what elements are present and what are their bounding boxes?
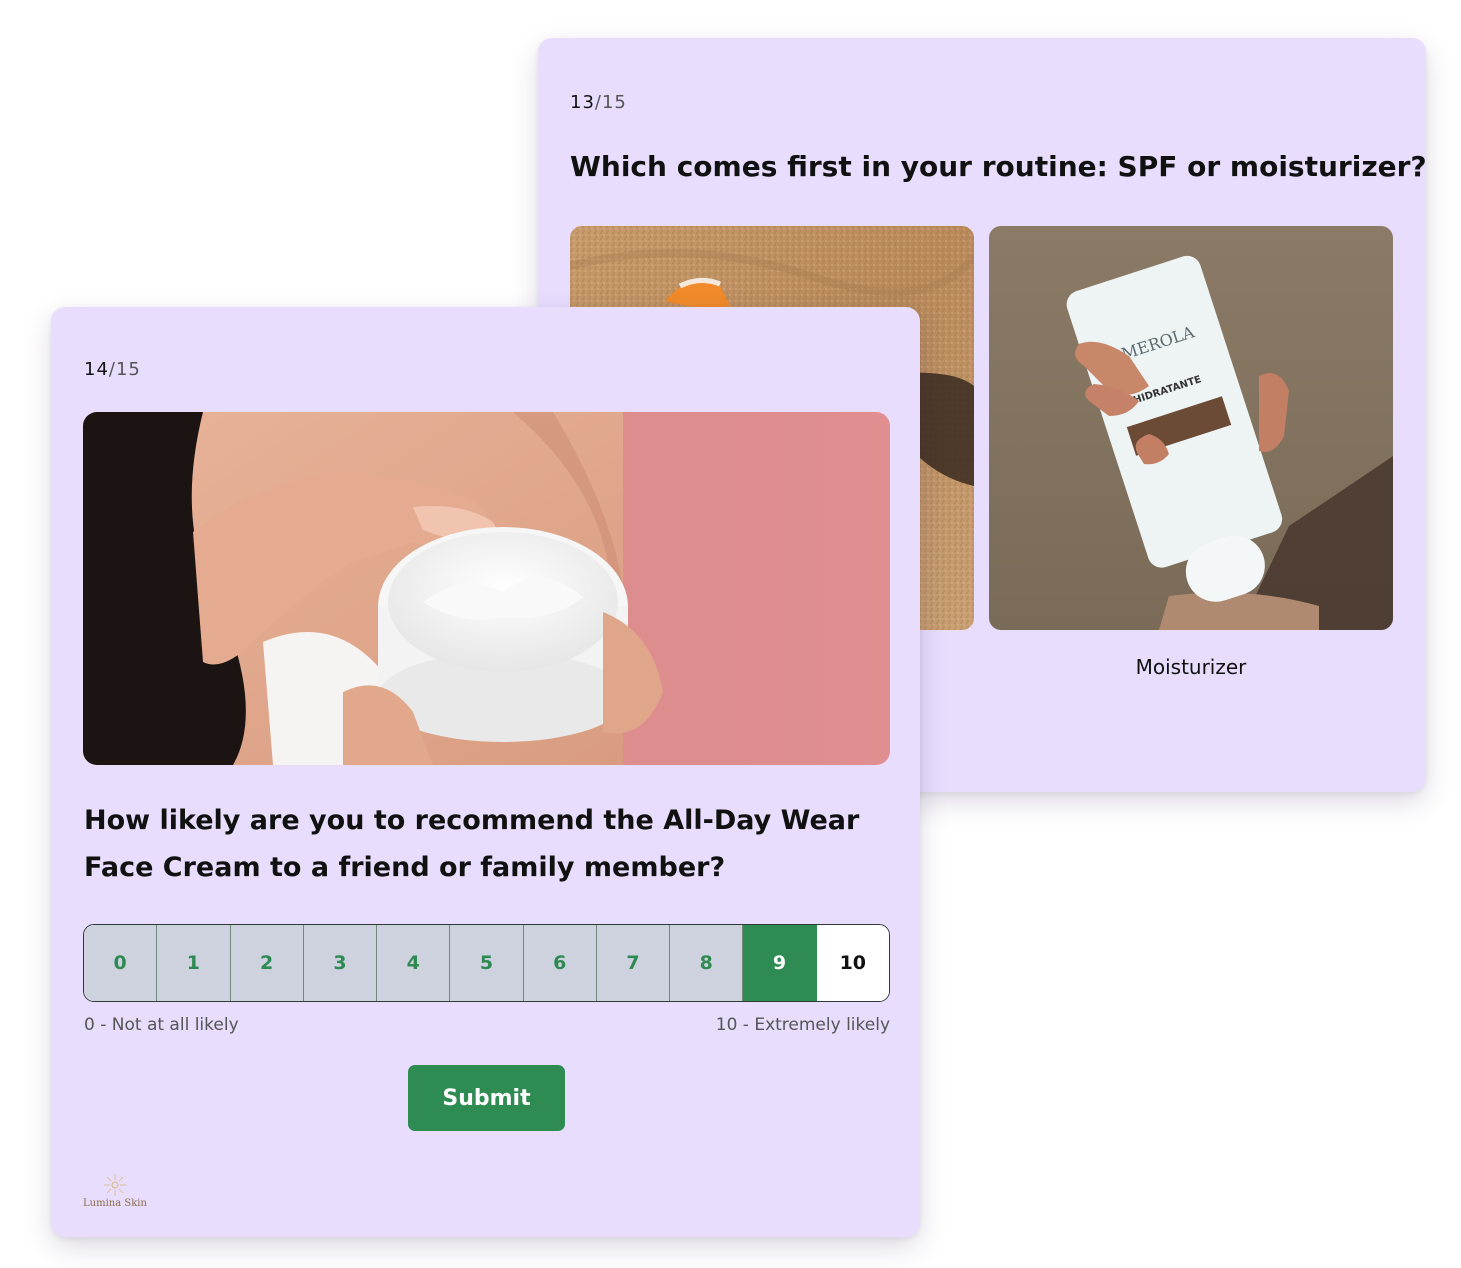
question-title: How likely are you to recommend the All-… [84, 805, 860, 883]
nps-option-5[interactable]: 5 [450, 925, 524, 1001]
progress-total: /15 [594, 92, 627, 113]
face-cream-photo [83, 412, 890, 765]
sun-icon [104, 1174, 126, 1196]
progress-total: /15 [108, 359, 141, 380]
nps-option-8[interactable]: 8 [670, 925, 744, 1001]
brand-logo: Lumina Skin [83, 1173, 153, 1213]
survey-card-14: 14/15 How likely are you to recommend th… [51, 307, 920, 1237]
option-moisturizer-label[interactable]: Moisturizer [989, 655, 1393, 679]
face-cream-hero-image [83, 412, 890, 765]
nps-option-4[interactable]: 4 [377, 925, 451, 1001]
progress-current: 14 [84, 359, 109, 380]
option-moisturizer-image[interactable]: SMEROLA HIDRATANTE [989, 226, 1393, 630]
scale-max-label: 10 - Extremely likely [715, 1015, 890, 1035]
brand-name: Lumina Skin [83, 1198, 147, 1209]
nps-option-7[interactable]: 7 [596, 925, 671, 1001]
nps-option-3[interactable]: 3 [303, 925, 378, 1001]
scale-min-label: 0 - Not at all likely [84, 1015, 239, 1035]
nps-option-1[interactable]: 1 [157, 925, 231, 1001]
nps-option-9[interactable]: 9 [743, 925, 817, 1001]
progress-indicator: 14/15 [84, 359, 141, 380]
submit-button[interactable]: Submit [408, 1065, 565, 1131]
nps-option-6[interactable]: 6 [523, 925, 597, 1001]
nps-option-10[interactable]: 10 [816, 925, 889, 1001]
nps-scale: 0 1 2 3 4 5 6 7 8 9 10 [83, 924, 890, 1002]
progress-indicator: 13/15 [570, 92, 627, 113]
moisturizer-tube-photo: SMEROLA HIDRATANTE [989, 226, 1393, 630]
question-title: Which comes first in your routine: SPF o… [570, 150, 1427, 183]
nps-option-2[interactable]: 2 [230, 925, 304, 1001]
progress-current: 13 [570, 92, 595, 113]
nps-option-0[interactable]: 0 [84, 925, 158, 1001]
